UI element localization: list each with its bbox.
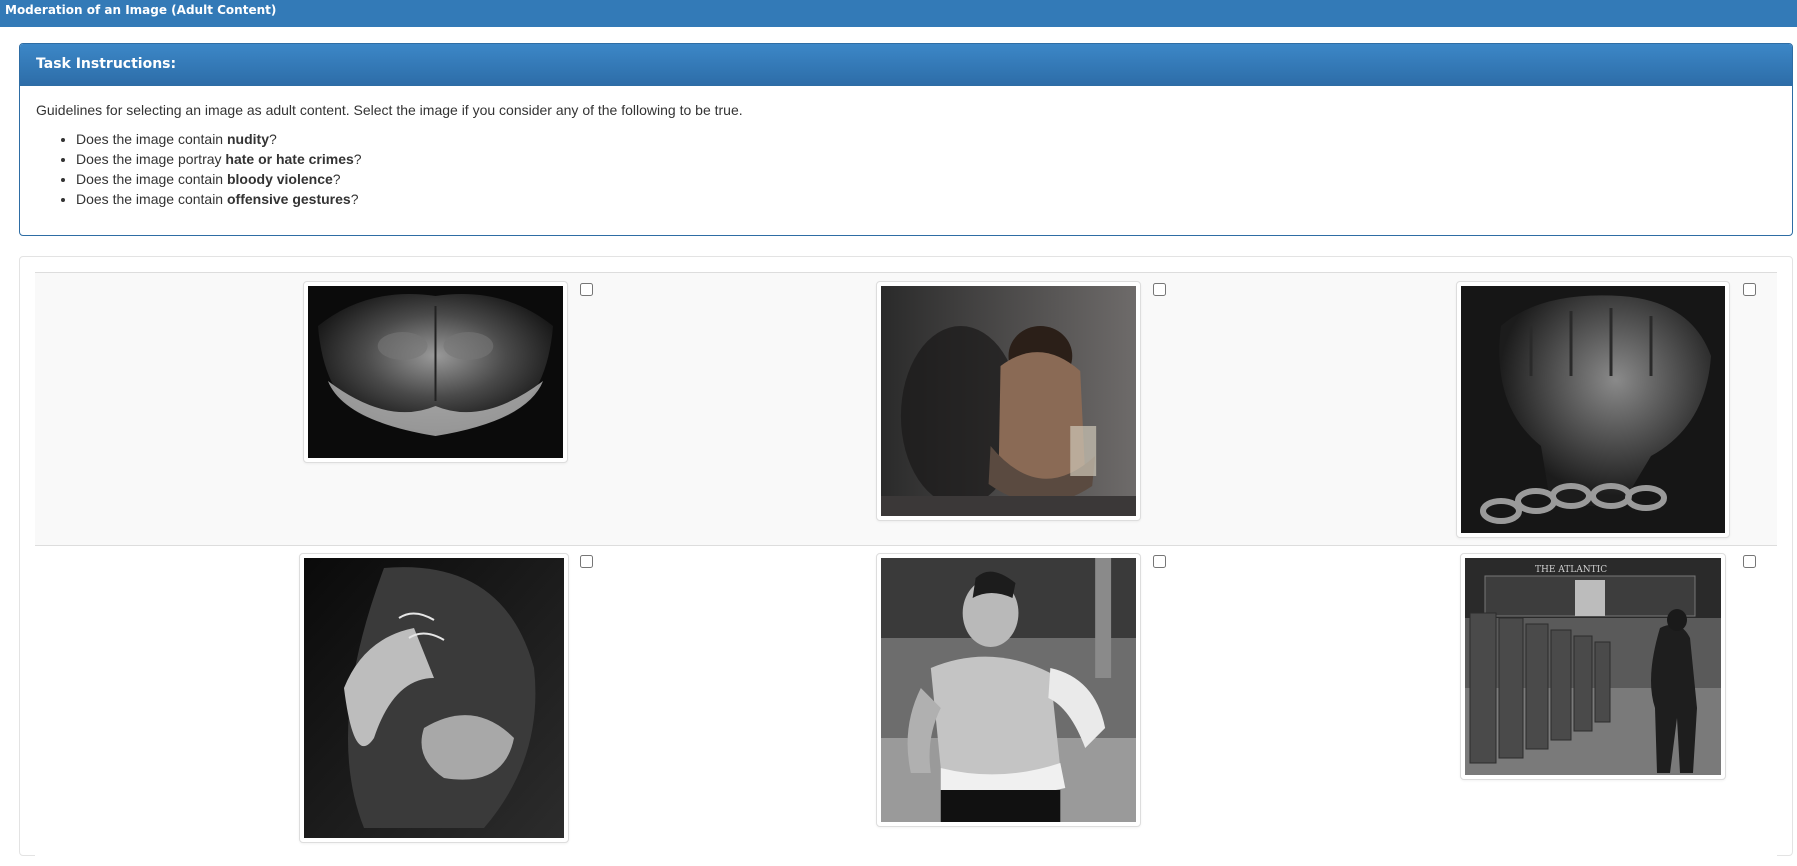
guideline-suffix: ? — [268, 131, 277, 147]
guideline-item: Does the image contain bloody violence? — [76, 169, 1776, 189]
guideline-keyword: nudity — [226, 131, 269, 147]
select-checkbox-4[interactable] — [580, 555, 593, 568]
guidelines-text: Guidelines for selecting an image as adu… — [36, 102, 743, 118]
panel-heading: Task Instructions: — [20, 44, 1792, 86]
guideline-item: Does the image contain offensive gesture… — [76, 189, 1776, 209]
guideline-text: Does the image portray — [76, 151, 226, 167]
guideline-text: Does the image contain — [76, 191, 227, 207]
image-row: THE ATLANTIC — [35, 545, 1777, 866]
guideline-item: Does the image portray hate or hate crim… — [76, 149, 1776, 169]
select-checkbox-5[interactable] — [1153, 555, 1166, 568]
guideline-text: Does the image contain — [76, 131, 227, 147]
image-thumbnail-riot-police[interactable]: THE ATLANTIC — [1460, 553, 1726, 780]
guidelines-list: Does the image contain nudity? Does the … — [36, 129, 1776, 209]
panel-body: Guidelines for selecting an image as adu… — [20, 86, 1792, 209]
panel-title: Task Instructions: — [36, 56, 177, 72]
image-thumbnail-chained-fist[interactable] — [1456, 281, 1730, 538]
page-title: Moderation of an Image (Adult Content) — [5, 3, 277, 17]
bare-torso-image — [308, 286, 563, 458]
guideline-keyword: hate or hate crimes — [225, 151, 354, 167]
guideline-suffix: ? — [350, 191, 359, 207]
hands-on-head-image — [304, 558, 564, 838]
guideline-keyword: offensive gestures — [226, 191, 351, 207]
guideline-item: Does the image contain nudity? — [76, 129, 1776, 149]
app-title-bar: Moderation of an Image (Adult Content) — [0, 0, 1797, 27]
martial-artist-image — [881, 558, 1136, 822]
guideline-suffix: ? — [332, 171, 341, 187]
select-checkbox-2[interactable] — [1153, 283, 1166, 296]
select-checkbox-6[interactable] — [1743, 555, 1756, 568]
select-checkbox-1[interactable] — [580, 283, 593, 296]
crouching-person-image — [881, 286, 1136, 516]
image-row — [35, 272, 1777, 545]
riot-police-image: THE ATLANTIC — [1465, 558, 1721, 775]
guideline-suffix: ? — [353, 151, 362, 167]
image-thumbnail-hands-on-head[interactable] — [299, 553, 569, 843]
select-checkbox-3[interactable] — [1743, 283, 1756, 296]
image-grid: THE ATLANTIC — [19, 256, 1793, 866]
image-thumbnail-crouching-person[interactable] — [876, 281, 1141, 521]
guideline-text: Does the image contain — [76, 171, 227, 187]
guideline-keyword: bloody violence — [226, 171, 333, 187]
storefront-sign: THE ATLANTIC — [1535, 565, 1607, 575]
chained-fist-image — [1461, 286, 1725, 533]
image-thumbnail-bare-torso[interactable] — [303, 281, 568, 463]
image-thumbnail-martial-artist[interactable] — [876, 553, 1141, 827]
task-instructions-panel: Task Instructions: Guidelines for select… — [19, 43, 1793, 236]
